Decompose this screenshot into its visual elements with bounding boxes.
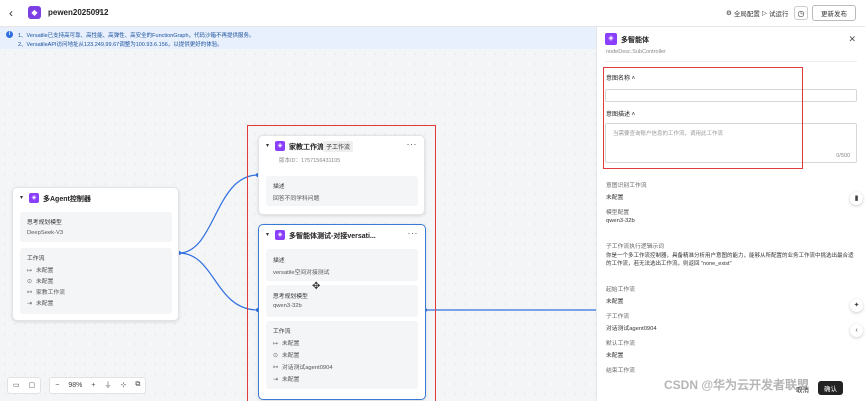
collapse-panel-icon[interactable]: ‹ — [850, 324, 863, 337]
highlight-box-panel — [603, 67, 803, 169]
link-icon: ⚯ — [27, 290, 32, 296]
test-run-button[interactable]: ▷ 试运行 — [762, 5, 789, 21]
model-box: 思考规划模型 DeepSeek-V3 — [20, 212, 172, 242]
global-config-icon: ⚙ — [726, 10, 732, 17]
workflow-canvas[interactable]: ▾ ◈ 多Agent控制器 思考规划模型 DeepSeek-V3 工作流 ↦ 未配… — [0, 49, 596, 401]
global-config-button[interactable]: ⚙ 全局配置 — [726, 5, 760, 21]
panel-subtitle: nodeDesc.SubController — [606, 49, 666, 55]
controller-icon: ◈ — [29, 193, 39, 203]
notice-line-2: 2、VersatileAPI访问地址从123.249.99.67调整为100.9… — [18, 42, 223, 48]
zoom-in-icon[interactable]: + — [91, 382, 95, 389]
location-icon: ⊙ — [27, 279, 32, 285]
comment-icon[interactable]: ▢ — [29, 381, 36, 389]
start-icon: ↦ — [27, 268, 32, 274]
char-count: 0/500 — [836, 153, 850, 159]
panel-title: 多智能体 — [621, 37, 649, 44]
top-bar: ‹ ◆ pewen20250912 ✎ ⚙ 全局配置 ▷ 试运行 ◷ 更新发布 — [0, 0, 865, 27]
edit-icon[interactable]: ✎ — [98, 8, 104, 16]
node-multi-agent-controller[interactable]: ▾ ◈ 多Agent控制器 思考规划模型 DeepSeek-V3 工作流 ↦ 未配… — [12, 187, 179, 321]
workflow-box: 工作流 ↦ 未配置 ⊙ 未配置 ⚯ 家教工作流 ⇥ 未配置 — [20, 248, 172, 314]
fit-view-icon[interactable]: ⊹ — [120, 381, 126, 389]
watermark: CSDN @华为云开发者联盟 — [664, 378, 810, 392]
notice-line-1: 1、Versatile已支持高可靠、高性能、高弹性、高安全的FunctionGr… — [18, 33, 255, 39]
auto-arrange-icon[interactable]: ⧉ — [135, 381, 140, 389]
scroll-indicator-icon[interactable]: ▮ — [850, 192, 863, 205]
info-icon: i — [6, 31, 13, 38]
node-config-panel: ◈ 多智能体 ✕ nodeDesc.SubController 意图名称 ˄ 意… — [596, 27, 865, 401]
notice-banner: i 1、Versatile已支持高可靠、高性能、高弹性、高安全的Function… — [0, 27, 596, 49]
assistant-icon[interactable]: ✦ — [850, 299, 863, 312]
back-icon[interactable]: ‹ — [9, 6, 13, 20]
close-icon[interactable]: ✕ — [848, 34, 856, 45]
minimap-icon[interactable]: ▭ — [13, 381, 20, 389]
app-logo-icon: ◆ — [28, 6, 41, 19]
divider — [605, 61, 857, 62]
routing-prompt[interactable]: 你是一个多工作流控制器，具备精准分析用户意图的能力，能够从所配置的业务工作流中挑… — [606, 252, 856, 268]
highlight-box — [247, 125, 436, 401]
zoom-tools: − 98% + ⏚ ⊹ ⧉ — [49, 376, 147, 394]
canvas-toolbar: ▭ ▢ − 98% + ⏚ ⊹ ⧉ — [7, 376, 147, 394]
zoom-out-icon[interactable]: − — [55, 382, 59, 389]
update-publish-button[interactable]: 更新发布 — [812, 5, 856, 21]
layout-icon[interactable]: ⏚ — [104, 380, 111, 390]
end-icon: ⇥ — [27, 301, 32, 307]
panel-agent-icon: ◈ — [605, 33, 617, 45]
zoom-level: 98% — [68, 381, 83, 389]
view-tools: ▭ ▢ — [7, 376, 42, 394]
collapse-icon[interactable]: ▾ — [20, 194, 23, 201]
history-icon: ◷ — [794, 6, 808, 20]
history-button[interactable]: ◷ — [794, 5, 808, 21]
model-value[interactable]: qwen3-32b — [606, 218, 635, 224]
play-icon: ▷ — [762, 10, 767, 17]
confirm-button[interactable]: 确认 — [818, 381, 843, 395]
node-title: 多Agent控制器 — [43, 196, 91, 203]
